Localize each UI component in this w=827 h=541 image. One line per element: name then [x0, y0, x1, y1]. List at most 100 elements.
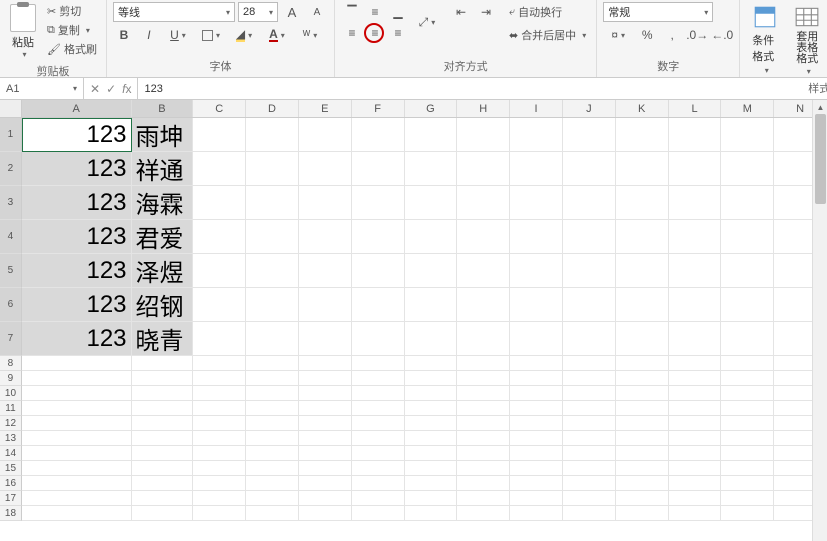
cell-C13[interactable] — [193, 431, 246, 446]
column-header-J[interactable]: J — [563, 100, 616, 117]
cell-E13[interactable] — [299, 431, 352, 446]
cell-H18[interactable] — [457, 506, 510, 521]
cell-I13[interactable] — [510, 431, 563, 446]
align-top-button[interactable]: ▔ — [341, 2, 363, 22]
cell-A12[interactable] — [22, 416, 132, 431]
cell-H9[interactable] — [457, 371, 510, 386]
align-bottom-button[interactable]: ▁ — [387, 2, 409, 22]
column-header-H[interactable]: H — [457, 100, 510, 117]
cell-G8[interactable] — [405, 356, 458, 371]
cell-K9[interactable] — [616, 371, 669, 386]
cell-D1[interactable] — [246, 118, 299, 152]
cell-A15[interactable] — [22, 461, 132, 476]
cell-H13[interactable] — [457, 431, 510, 446]
column-header-K[interactable]: K — [616, 100, 669, 117]
cell-M2[interactable] — [721, 152, 774, 186]
column-header-A[interactable]: A — [22, 100, 132, 117]
cell-J17[interactable] — [563, 491, 616, 506]
cell-I12[interactable] — [510, 416, 563, 431]
column-header-D[interactable]: D — [246, 100, 299, 117]
cell-L17[interactable] — [669, 491, 722, 506]
row-header-1[interactable]: 1 — [0, 118, 22, 152]
cell-L8[interactable] — [669, 356, 722, 371]
cell-K2[interactable] — [616, 152, 669, 186]
cell-K1[interactable] — [616, 118, 669, 152]
scroll-thumb[interactable] — [815, 114, 826, 204]
cell-C8[interactable] — [193, 356, 246, 371]
column-header-C[interactable]: C — [193, 100, 246, 117]
cell-M16[interactable] — [721, 476, 774, 491]
cell-H6[interactable] — [457, 288, 510, 322]
column-header-L[interactable]: L — [669, 100, 722, 117]
cell-B12[interactable] — [132, 416, 194, 431]
cell-H10[interactable] — [457, 386, 510, 401]
cell-A10[interactable] — [22, 386, 132, 401]
row-header-9[interactable]: 9 — [0, 371, 22, 386]
row-header-8[interactable]: 8 — [0, 356, 22, 371]
cell-G4[interactable] — [405, 220, 458, 254]
cell-A17[interactable] — [22, 491, 132, 506]
cell-A9[interactable] — [22, 371, 132, 386]
cell-G16[interactable] — [405, 476, 458, 491]
increase-indent-button[interactable]: ⇥ — [475, 2, 497, 22]
cell-M4[interactable] — [721, 220, 774, 254]
cell-F12[interactable] — [352, 416, 405, 431]
cell-I11[interactable] — [510, 401, 563, 416]
cell-F10[interactable] — [352, 386, 405, 401]
cell-C12[interactable] — [193, 416, 246, 431]
cell-K15[interactable] — [616, 461, 669, 476]
cell-A13[interactable] — [22, 431, 132, 446]
cell-H7[interactable] — [457, 322, 510, 356]
cell-C4[interactable] — [193, 220, 246, 254]
scroll-up-arrow[interactable]: ▲ — [813, 100, 827, 114]
cell-A2[interactable]: 123 — [22, 152, 132, 186]
cell-K7[interactable] — [616, 322, 669, 356]
cell-I2[interactable] — [510, 152, 563, 186]
cell-C6[interactable] — [193, 288, 246, 322]
cell-M8[interactable] — [721, 356, 774, 371]
comma-button[interactable]: , — [661, 25, 683, 45]
percent-button[interactable]: % — [636, 25, 658, 45]
cell-B18[interactable] — [132, 506, 194, 521]
cell-B9[interactable] — [132, 371, 194, 386]
cell-A1[interactable]: 123 — [22, 118, 132, 152]
font-name-combo[interactable]: 等线▾ — [113, 2, 235, 22]
align-right-button[interactable]: ≡ — [387, 23, 409, 43]
cell-M10[interactable] — [721, 386, 774, 401]
cell-M17[interactable] — [721, 491, 774, 506]
cell-C16[interactable] — [193, 476, 246, 491]
formula-input[interactable]: 123 — [138, 83, 827, 95]
cell-E7[interactable] — [299, 322, 352, 356]
cell-K16[interactable] — [616, 476, 669, 491]
cell-B4[interactable]: 君爱 — [132, 220, 194, 254]
cell-F11[interactable] — [352, 401, 405, 416]
cell-B17[interactable] — [132, 491, 194, 506]
cell-G1[interactable] — [405, 118, 458, 152]
shrink-font-button[interactable]: A — [306, 2, 328, 22]
cell-F6[interactable] — [352, 288, 405, 322]
cell-I4[interactable] — [510, 220, 563, 254]
cell-H17[interactable] — [457, 491, 510, 506]
cell-D9[interactable] — [246, 371, 299, 386]
cell-H15[interactable] — [457, 461, 510, 476]
row-header-3[interactable]: 3 — [0, 186, 22, 220]
border-button[interactable]: ▾ — [196, 25, 226, 45]
cell-I16[interactable] — [510, 476, 563, 491]
cell-G10[interactable] — [405, 386, 458, 401]
row-header-15[interactable]: 15 — [0, 461, 22, 476]
cell-A5[interactable]: 123 — [22, 254, 132, 288]
cell-C9[interactable] — [193, 371, 246, 386]
paste-button[interactable]: 粘贴 ▾ — [6, 2, 40, 61]
cell-D16[interactable] — [246, 476, 299, 491]
cell-K11[interactable] — [616, 401, 669, 416]
cell-F5[interactable] — [352, 254, 405, 288]
cell-H5[interactable] — [457, 254, 510, 288]
cell-J4[interactable] — [563, 220, 616, 254]
column-header-E[interactable]: E — [299, 100, 352, 117]
cell-I7[interactable] — [510, 322, 563, 356]
cell-I14[interactable] — [510, 446, 563, 461]
cell-F15[interactable] — [352, 461, 405, 476]
number-format-combo[interactable]: 常规▾ — [603, 2, 713, 22]
decrease-indent-button[interactable]: ⇤ — [450, 2, 472, 22]
cell-D12[interactable] — [246, 416, 299, 431]
